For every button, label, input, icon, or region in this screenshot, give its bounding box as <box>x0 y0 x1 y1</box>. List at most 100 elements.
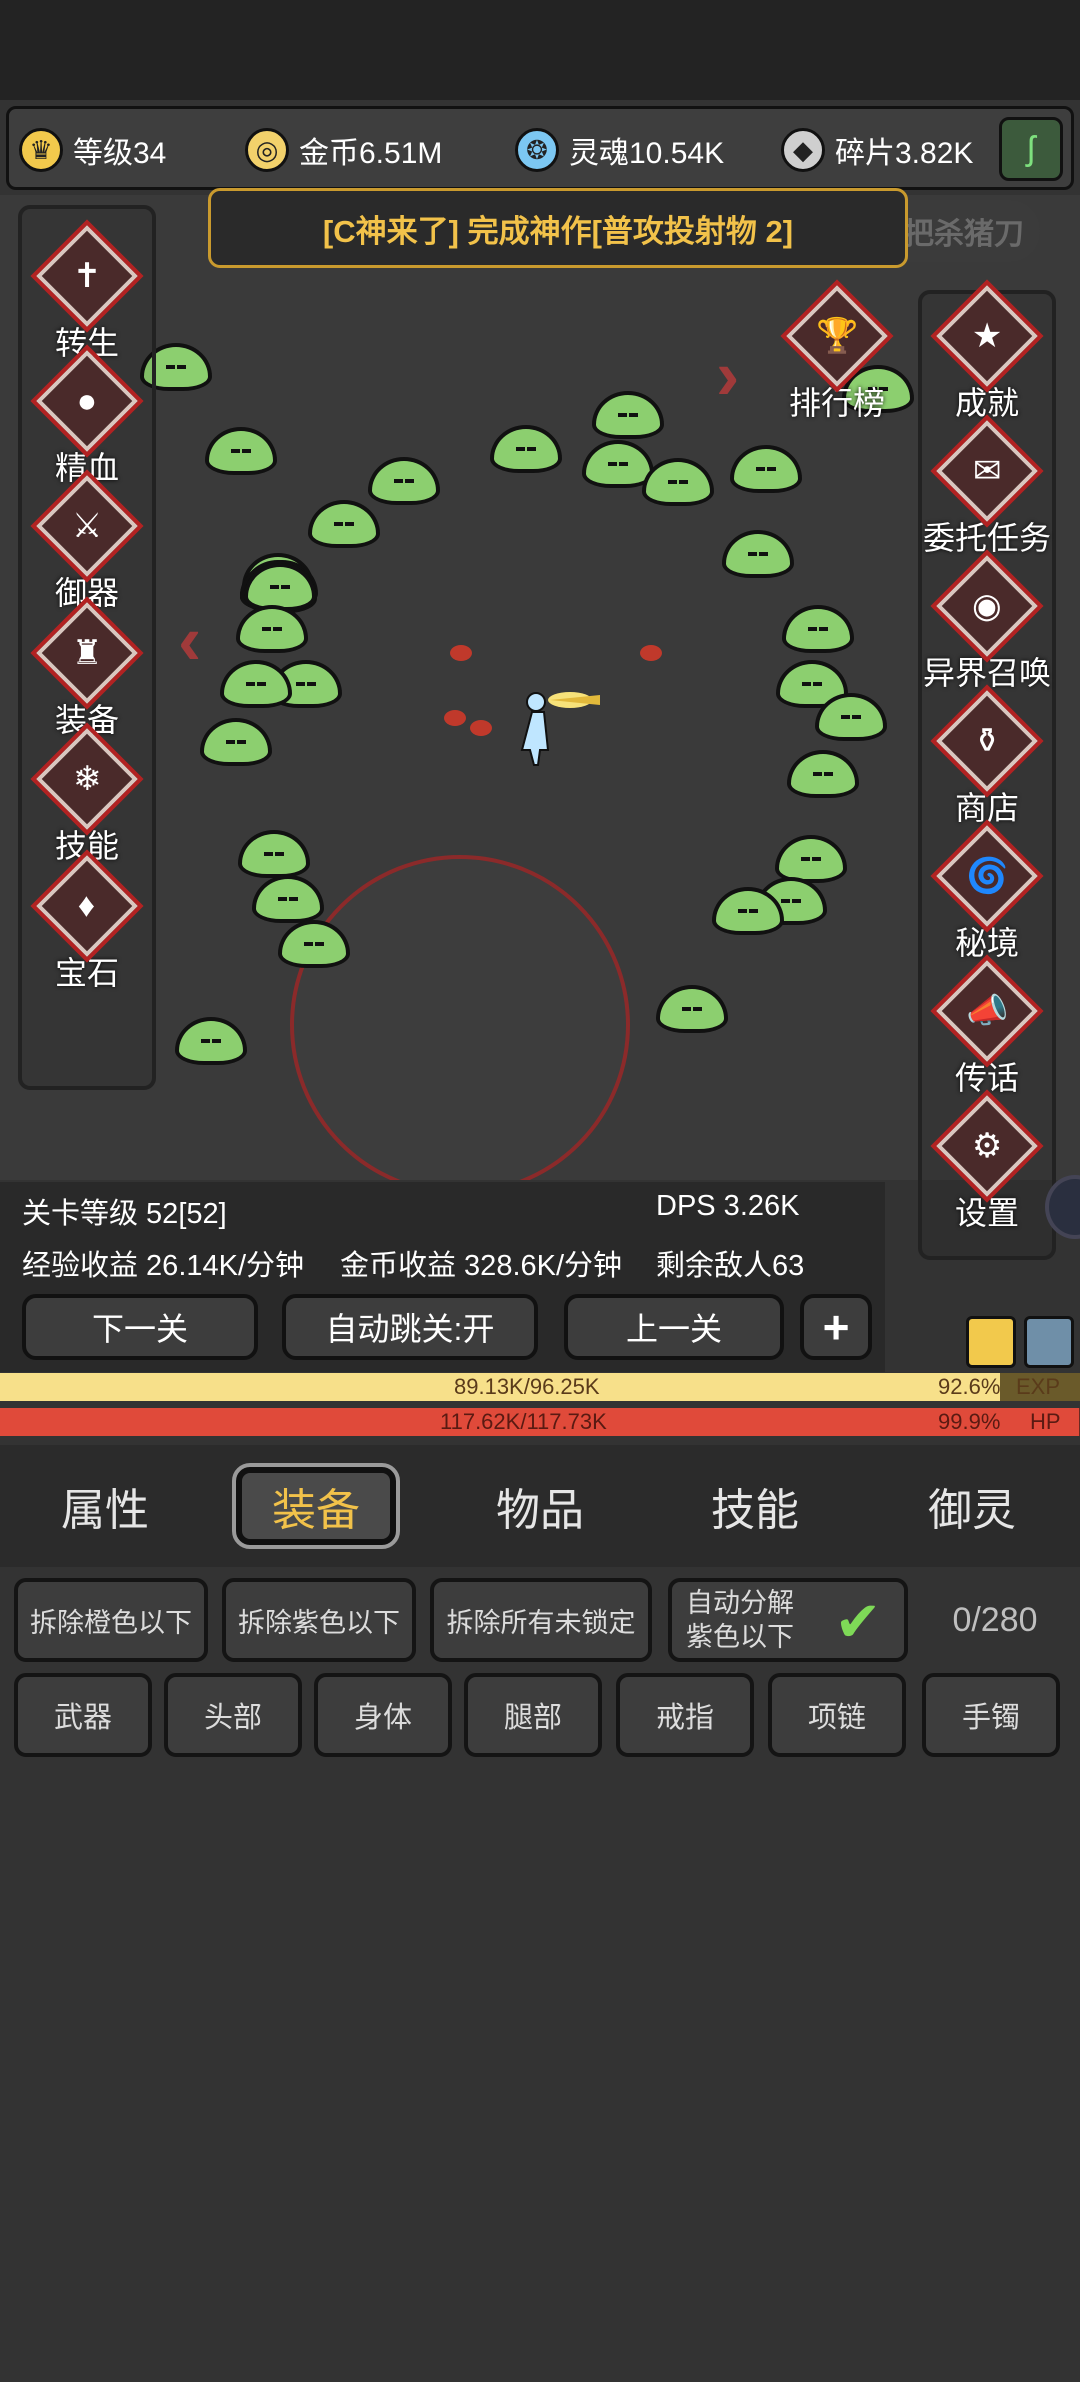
slot-legs[interactable]: 腿部 <box>464 1673 602 1757</box>
menu-leaderboard[interactable]: 🏆 排行榜 <box>762 279 912 424</box>
right-arrow-icon[interactable]: › <box>716 335 756 415</box>
auto-dismantle-toggle[interactable]: 自动分解 紫色以下 ✔ <box>668 1578 908 1662</box>
resource-menu-button[interactable]: ʃ <box>999 117 1063 181</box>
swirl-icon: 🌀 <box>930 819 1044 933</box>
blood-splat <box>640 645 662 661</box>
hp-label: HP <box>1030 1409 1061 1434</box>
essence-icon: ● <box>30 344 144 458</box>
slot-necklace[interactable]: 项链 <box>768 1673 906 1757</box>
shard-icon: ◆ <box>781 128 825 172</box>
menu-shop[interactable]: ⚱ 商店 <box>912 684 1062 829</box>
menu-achievement[interactable]: ★ 成就 <box>912 279 1062 424</box>
menu-summon[interactable]: ◉ 异界召唤 <box>912 549 1062 694</box>
slot-weapon[interactable]: 武器 <box>14 1673 152 1757</box>
menu-skill[interactable]: ❄ 技能 <box>12 722 162 867</box>
rebirth-icon: ✝ <box>30 219 144 333</box>
megaphone-icon: 📣 <box>930 954 1044 1068</box>
slime-enemy <box>722 530 794 578</box>
auto-dismantle-line1: 自动分解 <box>686 1588 794 1618</box>
achievement-banner: [C神来了] 完成神作[普攻投射物 2] <box>208 188 908 268</box>
gem-bag-icon: ♦ <box>30 849 144 963</box>
resource-bar: ♛ 等级34 ◎ 金币6.51M ❂ 灵魂10.54K ◆ 碎片3.82K ʃ <box>6 106 1074 190</box>
slime-enemy <box>490 425 562 473</box>
next-stage-button[interactable]: 下一关 <box>22 1294 258 1360</box>
soul-resource: ❂ 灵魂10.54K <box>515 125 724 175</box>
equipment-list-area <box>0 1770 1080 2382</box>
main-tab-bar: 属性 装备 物品 技能 御灵 <box>0 1445 1080 1567</box>
slime-enemy <box>238 830 310 878</box>
slime-enemy <box>205 427 277 475</box>
menu-message[interactable]: 📣 传话 <box>912 954 1062 1099</box>
shop-bag-icon: ⚱ <box>930 684 1044 798</box>
slot-head[interactable]: 头部 <box>164 1673 302 1757</box>
sword-icon: ⚔ <box>30 469 144 583</box>
level-text: 等级34 <box>73 137 167 170</box>
portal-icon: ◉ <box>930 549 1044 663</box>
menu-essence[interactable]: ● 精血 <box>12 344 162 489</box>
menu-gem[interactable]: ♦ 宝石 <box>12 849 162 994</box>
dismantle-unlocked-button[interactable]: 拆除所有未锁定 <box>430 1578 652 1662</box>
menu-artifact[interactable]: ⚔ 御器 <box>12 469 162 614</box>
star-icon: ★ <box>930 279 1044 393</box>
exp-label: EXP <box>1016 1374 1061 1399</box>
tab-equipment[interactable]: 装备 <box>232 1463 400 1549</box>
exp-bar: 89.13K/96.25K 92.6% EXP <box>0 1373 1080 1401</box>
golden-projectile-icon <box>548 692 600 708</box>
tab-items[interactable]: 物品 <box>460 1467 620 1545</box>
armor-icon: ♜ <box>30 596 144 710</box>
gold-resource: ◎ 金币6.51M <box>245 125 442 175</box>
soul-text: 灵魂10.54K <box>569 137 725 170</box>
slime-enemy <box>368 457 440 505</box>
level-resource: ♛ 等级34 <box>19 125 166 175</box>
exp-rate-text: 经验收益 26.14K/分钟 <box>22 1250 305 1282</box>
auto-skip-button[interactable]: 自动跳关:开 <box>282 1294 538 1360</box>
slime-enemy <box>308 500 380 548</box>
dismantle-purple-button[interactable]: 拆除紫色以下 <box>222 1578 416 1662</box>
blood-splat <box>450 645 472 661</box>
plus-button[interactable]: + <box>800 1294 872 1360</box>
blood-splat <box>470 720 492 736</box>
checkmark-icon: ✔ <box>834 1590 882 1653</box>
hp-value: 117.62K/117.73K <box>440 1409 607 1434</box>
soul-drop-icon: ❂ <box>515 128 559 172</box>
gold-rate-text: 金币收益 328.6K/分钟 <box>340 1250 623 1282</box>
shard-resource: ◆ 碎片3.82K <box>781 125 973 175</box>
sword-skill-icon[interactable] <box>966 1316 1016 1368</box>
tab-skills[interactable]: 技能 <box>675 1467 835 1545</box>
menu-secret-realm[interactable]: 🌀 秘境 <box>912 819 1062 964</box>
scroll-icon: ✉ <box>930 414 1044 528</box>
tab-spirits[interactable]: 御灵 <box>892 1467 1052 1545</box>
slime-enemy <box>252 875 324 923</box>
status-bar-area <box>0 0 1080 100</box>
slime-enemy <box>592 391 664 439</box>
tab-attributes[interactable]: 属性 <box>25 1467 185 1545</box>
gold-text: 金币6.51M <box>299 137 443 170</box>
slime-enemy <box>220 660 292 708</box>
gear-icon: ⚙ <box>930 1089 1044 1203</box>
dismantle-orange-button[interactable]: 拆除橙色以下 <box>14 1578 208 1662</box>
prev-stage-button[interactable]: 上一关 <box>564 1294 784 1360</box>
hp-percent: 99.9% <box>938 1409 1001 1434</box>
slime-enemy <box>200 718 272 766</box>
inventory-count: 0/280 <box>952 1600 1038 1639</box>
menu-settings[interactable]: ⚙ 设置 <box>912 1089 1062 1234</box>
ice-crystal-icon: ❄ <box>30 722 144 836</box>
menu-rebirth[interactable]: ✝ 转生 <box>12 219 162 364</box>
exp-value: 89.13K/96.25K <box>454 1374 600 1399</box>
stage-level-text: 关卡等级 52[52] <box>22 1198 227 1230</box>
slime-enemy <box>787 750 859 798</box>
menu-commission[interactable]: ✉ 委托任务 <box>912 414 1062 559</box>
auto-dismantle-line2: 紫色以下 <box>686 1622 794 1652</box>
slot-body[interactable]: 身体 <box>314 1673 452 1757</box>
slime-enemy <box>175 1017 247 1065</box>
shard-text: 碎片3.82K <box>835 137 974 170</box>
menu-equipment[interactable]: ♜ 装备 <box>12 596 162 741</box>
left-arrow-icon[interactable]: ‹ <box>178 600 218 680</box>
dps-text: DPS 3.26K <box>656 1190 800 1222</box>
slot-bracelet[interactable]: 手镯 <box>922 1673 1060 1757</box>
slot-ring[interactable]: 戒指 <box>616 1673 754 1757</box>
attack-range-ring <box>290 855 630 1180</box>
enemies-left-text: 剩余敌人63 <box>656 1250 805 1282</box>
trophy-icon: 🏆 <box>780 279 894 393</box>
lightning-skill-icon[interactable] <box>1024 1316 1074 1368</box>
